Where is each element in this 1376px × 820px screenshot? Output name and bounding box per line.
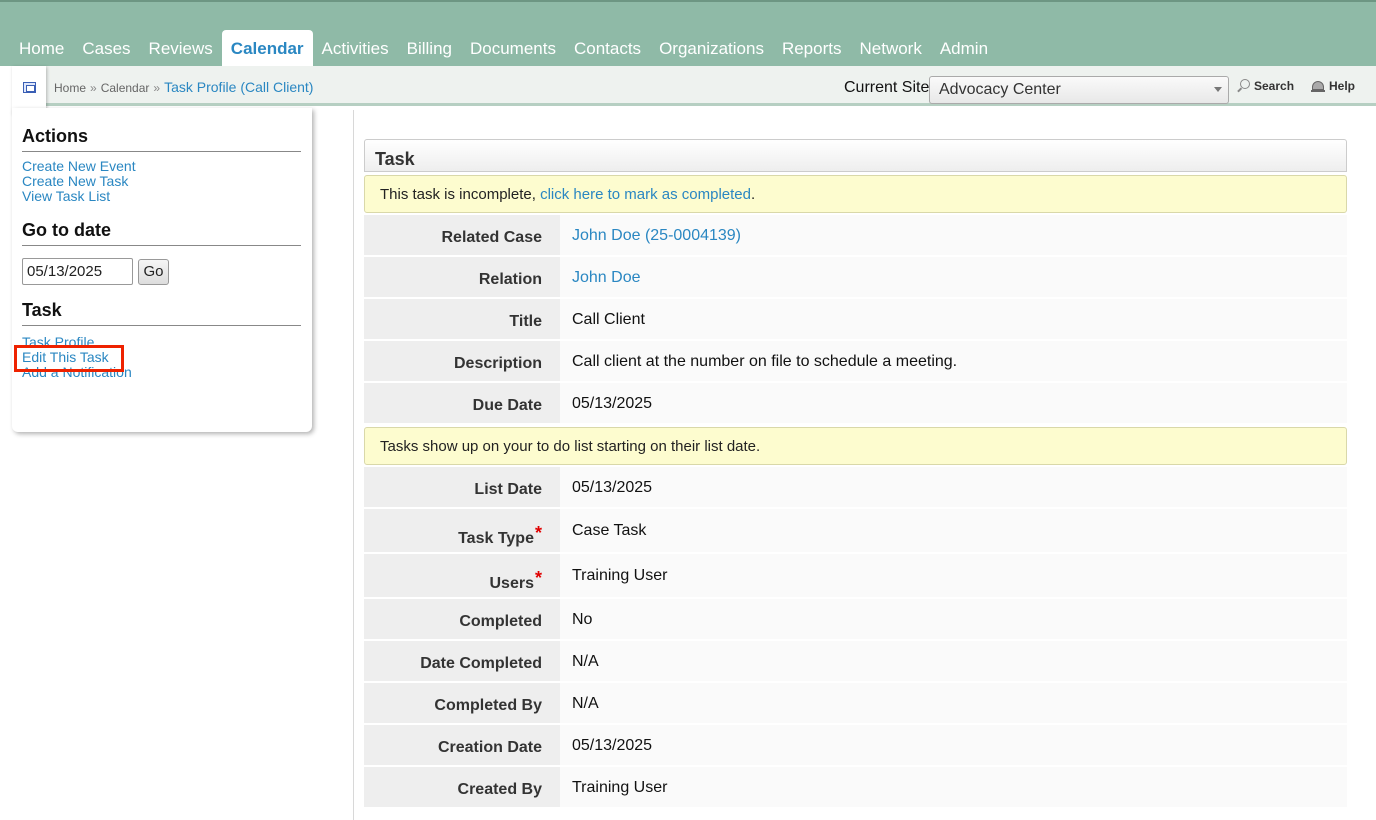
field-label: Relation [364,257,560,297]
top-nav-bar: Home Cases Reviews Calendar Activities B… [0,0,1376,66]
list-date-notice: Tasks show up on your to do list startin… [364,427,1347,465]
field-value: 05/13/2025 [560,467,1347,507]
create-new-event-link[interactable]: Create New Event [22,159,301,174]
view-task-list-link[interactable]: View Task List [22,189,301,204]
search-icon [1236,79,1250,93]
go-to-date-input[interactable] [22,258,133,285]
field-row-completed: Completed No [364,599,1347,641]
chevron-down-icon [1214,87,1222,92]
field-value: Training User [560,767,1347,807]
required-marker: * [534,523,542,543]
breadcrumb-separator: » [90,81,97,95]
breadcrumb-calendar[interactable]: Calendar [101,81,150,95]
task-profile-link[interactable]: Task Profile [22,335,301,350]
nav-organizations[interactable]: Organizations [650,32,773,66]
actions-heading: Actions [22,126,301,152]
field-label: Related Case [364,215,560,255]
field-label: Completed By [364,683,560,723]
relation-link[interactable]: John Doe [572,269,641,286]
field-row-created-by: Created By Training User [364,767,1347,809]
nav-home[interactable]: Home [10,32,73,66]
nav-reports[interactable]: Reports [773,32,851,66]
nav-reviews[interactable]: Reviews [140,32,222,66]
nav-documents[interactable]: Documents [461,32,565,66]
add-notification-link[interactable]: Add a Notification [22,365,301,380]
field-label: Creation Date [364,725,560,765]
required-marker: * [534,568,542,588]
current-site-label: Current Site [844,79,930,96]
field-label: Due Date [364,383,560,423]
related-case-link[interactable]: John Doe (25-0004139) [572,227,741,244]
mark-completed-link[interactable]: click here to mark as completed [540,186,751,203]
field-label: Completed [364,599,560,639]
current-site-select[interactable]: Advocacy Center [929,76,1229,104]
incomplete-notice-suffix: . [750,186,756,203]
nav-contacts[interactable]: Contacts [565,32,650,66]
sidebar-panel: Actions Create New Event Create New Task… [12,108,312,432]
field-row-title: Title Call Client [364,299,1347,341]
field-row-related-case: Related Case John Doe (25-0004139) [364,215,1347,257]
breadcrumb-current[interactable]: Task Profile (Call Client) [164,79,313,95]
breadcrumb-home[interactable]: Home [54,81,86,95]
breadcrumb-separator: » [153,81,161,95]
field-row-description: Description Call client at the number on… [364,341,1347,383]
field-label-text: Task Type [458,530,534,547]
field-row-task-type: Task Type* Case Task [364,509,1347,554]
sidebar-toggle-icon [23,82,36,93]
go-to-date-heading: Go to date [22,220,301,246]
field-row-due-date: Due Date 05/13/2025 [364,383,1347,425]
field-label: Title [364,299,560,339]
field-row-completed-by: Completed By N/A [364,683,1347,725]
breadcrumb: Home» Calendar» Task Profile (Call Client) [54,79,313,95]
incomplete-notice-text: This task is incomplete, [380,186,541,203]
go-button[interactable]: Go [138,259,169,285]
help-bell-icon [1311,79,1325,93]
main-nav: Home Cases Reviews Calendar Activities B… [10,28,997,66]
nav-cases[interactable]: Cases [73,32,139,66]
nav-admin[interactable]: Admin [931,32,997,66]
field-row-creation-date: Creation Date 05/13/2025 [364,725,1347,767]
field-value: Call client at the number on file to sch… [560,341,1347,381]
nav-calendar[interactable]: Calendar [221,30,313,66]
field-label: Users* [364,554,560,597]
field-value: Call Client [560,299,1347,339]
field-value: N/A [560,683,1347,723]
field-label: Date Completed [364,641,560,681]
create-new-task-link[interactable]: Create New Task [22,174,301,189]
incomplete-notice: This task is incomplete, click here to m… [364,175,1347,213]
field-value: 05/13/2025 [560,383,1347,423]
help-button[interactable]: Help [1311,79,1355,93]
nav-billing[interactable]: Billing [398,32,461,66]
field-value: 05/13/2025 [560,725,1347,765]
field-value: N/A [560,641,1347,681]
field-label: Task Type* [364,509,560,552]
field-row-list-date: List Date 05/13/2025 [364,467,1347,509]
breadcrumb-bar: Home» Calendar» Task Profile (Call Client)… [12,66,1376,106]
edit-this-task-link[interactable]: Edit This Task [22,350,301,365]
field-label-text: Users [489,575,534,592]
help-label: Help [1329,79,1356,93]
field-value: No [560,599,1347,639]
field-value: Case Task [560,509,1347,552]
field-label: List Date [364,467,560,507]
field-label: Description [364,341,560,381]
current-site-value: Advocacy Center [939,81,1061,98]
field-row-users: Users* Training User [364,554,1347,599]
task-section-heading: Task [364,139,1347,172]
task-links-list: Task Profile Edit This Task Add a Notifi… [22,335,301,380]
field-value: Training User [560,554,1347,597]
search-label: Search [1254,79,1295,93]
nav-activities[interactable]: Activities [313,32,398,66]
field-label: Created By [364,767,560,807]
nav-network[interactable]: Network [850,32,930,66]
search-button[interactable]: Search [1236,79,1294,93]
field-row-date-completed: Date Completed N/A [364,641,1347,683]
actions-list: Create New Event Create New Task View Ta… [22,159,301,204]
task-heading: Task [22,300,301,326]
field-row-relation: Relation John Doe [364,257,1347,299]
